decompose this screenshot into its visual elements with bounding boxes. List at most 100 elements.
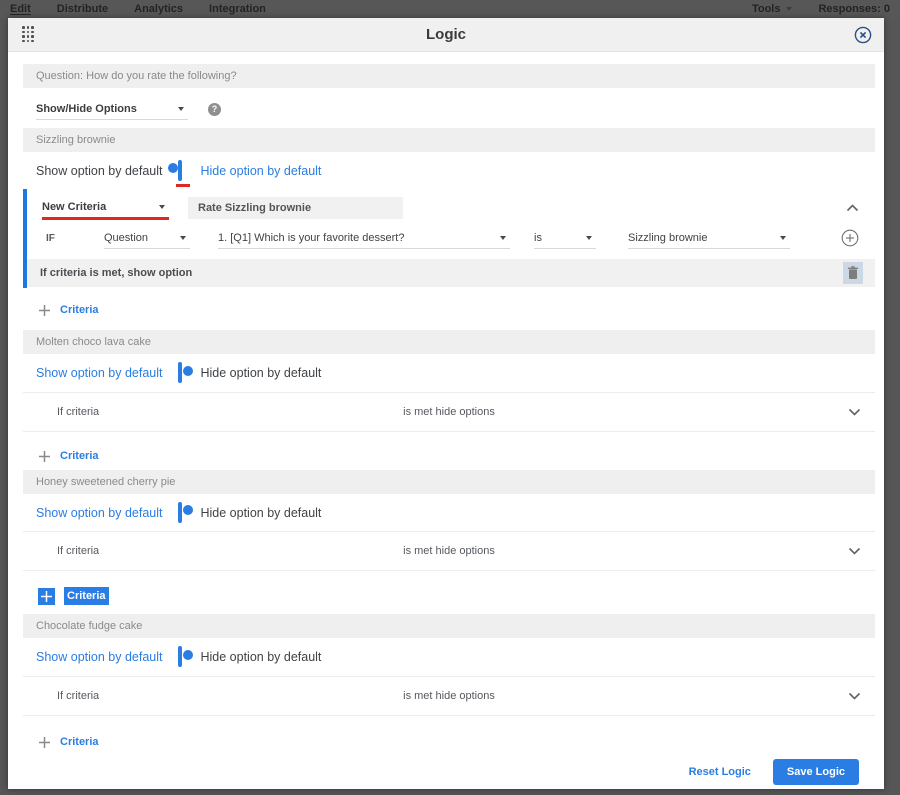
collapsed-criteria-row[interactable]: is met hide options If criteria [23,392,875,432]
show-option-label[interactable]: Show option by default [36,650,162,664]
chevron-down-icon [780,235,786,240]
toggle-wrap [178,646,193,667]
tab-integration[interactable]: Integration [209,3,266,15]
logic-type-dropdown[interactable]: Show/Hide Options [36,98,188,120]
toggle-wrap [167,159,191,187]
show-option-label[interactable]: Show option by default [36,506,162,520]
hide-option-label[interactable]: Hide option by default [200,650,321,664]
section-title: Chocolate fudge cake [36,620,143,632]
section-title: Sizzling brownie [36,134,116,146]
condition-value-value: Sizzling brownie [628,231,708,244]
condition-operator-value: is [534,231,542,244]
toggle-knob [167,163,178,173]
save-logic-button[interactable]: Save Logic [772,759,859,785]
reset-logic-button[interactable]: Reset Logic [689,766,751,778]
add-criteria-label: Criteria [60,736,99,748]
section-header: Honey sweetened cherry pie [23,470,875,494]
logic-type-value: Show/Hide Options [36,102,137,115]
visibility-toggle[interactable] [178,501,193,523]
add-criteria-button[interactable]: Criteria [23,446,875,466]
collapsed-criteria-row[interactable]: is met hide options If criteria [23,676,875,716]
condition-operator-dropdown[interactable]: is [534,227,596,249]
collapsed-criteria-summary: is met hide options [403,545,495,557]
chevron-down-icon [500,235,506,240]
hide-option-label[interactable]: Hide option by default [200,506,321,520]
responses-count: Responses: 0 [818,3,890,15]
default-visibility-row: Show option by default Hide option by de… [23,354,875,392]
chevron-down-icon [786,7,793,11]
section-header: Chocolate fudge cake [23,614,875,638]
add-criteria-button-highlighted[interactable]: Criteria [23,586,875,606]
modal-footer: Reset Logic Save Logic [23,755,875,789]
add-criteria-button[interactable]: Criteria [23,732,875,752]
chevron-down-icon[interactable] [848,692,861,700]
modal-title: Logic [426,26,466,43]
visibility-toggle[interactable] [178,362,193,383]
close-icon[interactable] [854,26,872,44]
question-label: Question: How do you rate the following? [36,70,237,82]
visibility-toggle[interactable] [178,646,193,667]
default-visibility-row: Show option by default Hide option by de… [23,638,875,676]
visibility-toggle[interactable] [167,159,183,181]
show-option-label[interactable]: Show option by default [36,164,162,178]
chevron-down-icon [180,235,186,240]
logic-type-row: Show/Hide Options ? [23,95,875,123]
condition-subject-dropdown[interactable]: Question [104,227,190,249]
criteria-card: New Criteria IF Question 1. [Q1] Which i… [23,189,875,288]
modal-header: Logic [8,18,884,52]
toggle-knob [182,365,193,376]
show-option-label[interactable]: Show option by default [36,366,162,380]
chevron-down-icon [586,235,592,240]
default-visibility-row: Show option by default Hide option by de… [23,152,875,189]
condition-question-dropdown[interactable]: 1. [Q1] Which is your favorite dessert? [218,227,510,249]
tools-menu[interactable]: Tools [752,3,793,15]
help-icon[interactable]: ? [208,102,221,116]
chevron-up-icon[interactable] [846,204,859,212]
plus-icon [38,587,55,605]
toggle-wrap [178,362,193,383]
logic-modal: Logic Question: How do you rate the foll… [8,18,884,789]
toggle-knob [182,505,193,515]
add-condition-icon[interactable] [841,229,859,247]
default-visibility-row: Show option by default Hide option by de… [23,494,875,531]
chevron-down-icon[interactable] [848,547,861,555]
app-top-bar: Edit Distribute Analytics Integration To… [0,0,900,18]
section-header: Sizzling brownie [23,128,875,152]
plus-icon [38,304,51,317]
criteria-card-title-row: New Criteria [27,189,875,220]
modal-content: Question: How do you rate the following?… [8,52,884,789]
chevron-down-icon [159,204,165,209]
hide-option-label[interactable]: Hide option by default [200,164,321,178]
add-criteria-label: Criteria [64,587,109,605]
section-title: Honey sweetened cherry pie [36,476,176,488]
condition-value-dropdown[interactable]: Sizzling brownie [628,227,790,249]
red-annotation-underline [176,183,191,187]
criteria-name-value: New Criteria [42,200,107,213]
collapsed-criteria-row[interactable]: is met hide options If criteria [23,531,875,571]
tab-edit[interactable]: Edit [10,3,31,15]
plus-icon [38,450,51,463]
if-label: IF [46,232,55,244]
criteria-result-label: If criteria is met, show option [40,267,193,279]
condition-subject-value: Question [104,231,149,244]
collapsed-criteria-summary: is met hide options [403,406,495,418]
section-header: Molten choco lava cake [23,330,875,354]
chevron-down-icon[interactable] [848,408,861,416]
question-bar: Question: How do you rate the following? [23,64,875,88]
hide-option-label[interactable]: Hide option by default [200,366,321,380]
chevron-down-icon [178,106,184,111]
add-criteria-button[interactable]: Criteria [23,300,875,320]
toggle-knob [182,649,193,660]
collapsed-criteria-summary: is met hide options [403,690,495,702]
section-title: Molten choco lava cake [36,336,151,348]
criteria-name-dropdown[interactable]: New Criteria [42,196,169,220]
trash-icon[interactable] [843,262,863,284]
condition-question-value: 1. [Q1] Which is your favorite dessert? [218,231,405,244]
tab-analytics[interactable]: Analytics [134,3,183,15]
tab-distribute[interactable]: Distribute [57,3,108,15]
add-criteria-label: Criteria [60,450,99,462]
criteria-condition-row: IF Question 1. [Q1] Which is your favori… [27,220,875,256]
criteria-title-input[interactable] [188,197,403,219]
criteria-result-row: If criteria is met, show option [27,259,875,287]
tools-label: Tools [751,3,781,15]
